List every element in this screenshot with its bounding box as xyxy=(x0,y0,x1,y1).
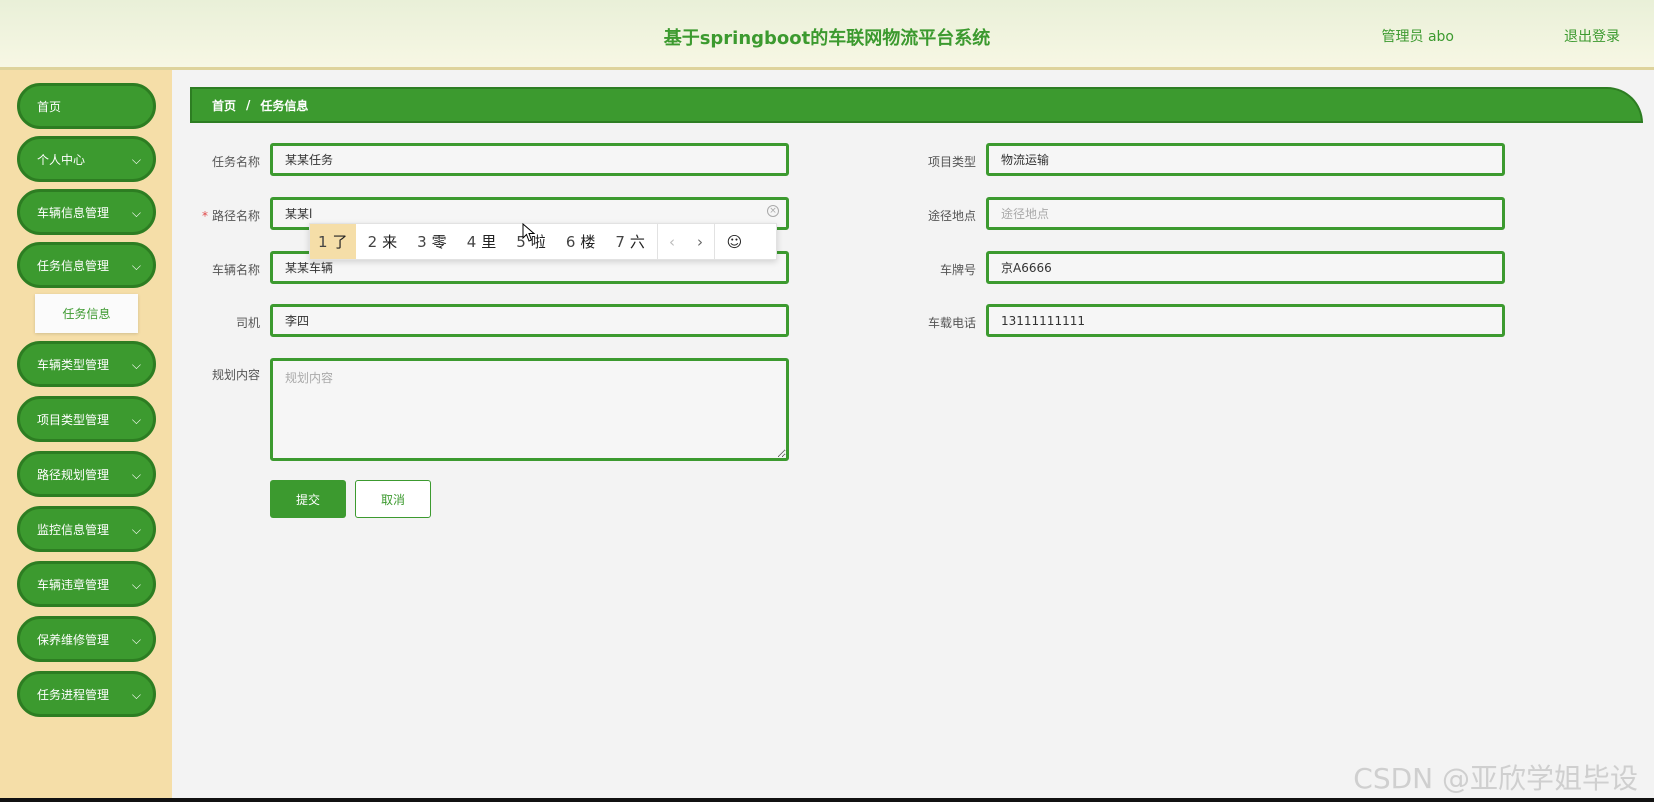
chevron-down-icon: ⌵ xyxy=(131,468,141,482)
mouse-cursor-icon xyxy=(522,223,536,242)
plan-content-label: 规划内容 xyxy=(211,368,260,382)
breadcrumb-home[interactable]: 首页 xyxy=(212,97,236,114)
sidebar-subitem-task-info[interactable]: 任务信息 xyxy=(35,294,138,333)
sidebar-item-label: 任务信息管理 xyxy=(37,258,110,273)
task-name-label: 任务名称 xyxy=(211,155,260,169)
clear-icon[interactable]: × xyxy=(767,205,779,217)
chevron-down-icon: ⌵ xyxy=(131,688,141,702)
submit-button[interactable]: 提交 xyxy=(270,480,346,518)
chevron-down-icon: ⌵ xyxy=(131,153,141,167)
waypoint-label: 途径地点 xyxy=(927,209,976,223)
ime-candidate[interactable]: 1了 xyxy=(310,224,356,259)
phone-input[interactable] xyxy=(986,304,1505,337)
project-type-label: 项目类型 xyxy=(927,155,976,169)
required-mark: * xyxy=(201,209,208,223)
breadcrumb-current: 任务信息 xyxy=(260,98,309,113)
vehicle-name-label: 车辆名称 xyxy=(211,263,260,277)
chevron-down-icon: ⌵ xyxy=(131,413,141,427)
plate-label: 车牌号 xyxy=(939,263,976,277)
plan-content-textarea[interactable] xyxy=(270,358,789,461)
sidebar-item-project-type[interactable]: 项目类型管理 ⌵ xyxy=(17,396,156,442)
sidebar-item-vehicle-type[interactable]: 车辆类型管理 ⌵ xyxy=(17,341,156,387)
sidebar: 首页 个人中心 ⌵ 车辆信息管理 ⌵ 任务信息管理 ⌵ 任务信息 车辆类型管理 ⌵ 项目… xyxy=(0,70,172,798)
bottom-bar xyxy=(0,798,1654,802)
sidebar-item-violation[interactable]: 车辆违章管理 ⌵ xyxy=(17,561,156,607)
watermark: CSDN @亚欣学姐毕设 xyxy=(1353,762,1638,795)
ime-candidate[interactable]: 2来 xyxy=(360,224,406,259)
sidebar-item-task-progress[interactable]: 任务进程管理 ⌵ xyxy=(17,671,156,717)
chevron-down-icon: ⌵ xyxy=(131,206,141,220)
emoji-icon[interactable]: ☺ xyxy=(713,224,754,259)
sidebar-item-label: 路径规划管理 xyxy=(37,467,110,482)
sidebar-item-personal-center[interactable]: 个人中心 ⌵ xyxy=(17,136,156,182)
ime-candidate[interactable]: 7六 xyxy=(607,224,653,259)
chevron-left-icon[interactable]: ‹ xyxy=(658,233,686,251)
sidebar-item-maintenance[interactable]: 保养维修管理 ⌵ xyxy=(17,616,156,662)
route-name-label: * 路径名称 xyxy=(201,209,260,223)
ime-candidate[interactable]: 3零 xyxy=(409,224,455,259)
sidebar-item-vehicle-info[interactable]: 车辆信息管理 ⌵ xyxy=(17,189,156,235)
top-header: 基于springboot的车联网物流平台系统 管理员 abo 退出登录 xyxy=(0,0,1654,70)
current-user: 管理员 abo xyxy=(1381,29,1454,45)
sidebar-item-route-plan[interactable]: 路径规划管理 ⌵ xyxy=(17,451,156,497)
ime-candidate-bar: 1了 2来 3零 4里 5啦 6楼 7六 ‹ › ☺ xyxy=(309,223,777,260)
breadcrumb: 首页 / 任务信息 xyxy=(190,87,1643,123)
sidebar-item-label: 首页 xyxy=(37,99,62,114)
phone-label: 车载电话 xyxy=(927,316,976,330)
sidebar-item-home[interactable]: 首页 xyxy=(17,83,156,129)
driver-input[interactable] xyxy=(270,304,789,337)
sidebar-item-label: 项目类型管理 xyxy=(37,412,110,427)
driver-label: 司机 xyxy=(235,316,260,330)
chevron-down-icon: ⌵ xyxy=(131,578,141,592)
breadcrumb-separator: / xyxy=(246,98,251,112)
sidebar-item-label: 保养维修管理 xyxy=(37,632,110,647)
logout-link[interactable]: 退出登录 xyxy=(1564,26,1620,46)
project-type-input[interactable] xyxy=(986,143,1505,176)
chevron-down-icon: ⌵ xyxy=(131,633,141,647)
chevron-right-icon[interactable]: › xyxy=(686,233,714,251)
cancel-button[interactable]: 取消 xyxy=(355,480,431,518)
sidebar-item-task-info[interactable]: 任务信息管理 ⌵ xyxy=(17,242,156,288)
chevron-down-icon: ⌵ xyxy=(131,259,141,273)
chevron-down-icon: ⌵ xyxy=(131,358,141,372)
sidebar-item-label: 车辆违章管理 xyxy=(37,577,110,592)
plate-input[interactable] xyxy=(986,251,1505,284)
waypoint-input[interactable] xyxy=(986,197,1505,230)
ime-candidate[interactable]: 6楼 xyxy=(558,224,604,259)
sidebar-item-label: 车辆信息管理 xyxy=(37,205,110,220)
sidebar-item-label: 车辆类型管理 xyxy=(37,357,110,372)
sidebar-item-label: 个人中心 xyxy=(37,152,86,167)
chevron-down-icon: ⌵ xyxy=(131,523,141,537)
task-name-input[interactable] xyxy=(270,143,789,176)
sidebar-item-label: 监控信息管理 xyxy=(37,522,110,537)
ime-candidate[interactable]: 4里 xyxy=(459,224,505,259)
sidebar-item-label: 任务进程管理 xyxy=(37,687,110,702)
sidebar-item-monitor[interactable]: 监控信息管理 ⌵ xyxy=(17,506,156,552)
